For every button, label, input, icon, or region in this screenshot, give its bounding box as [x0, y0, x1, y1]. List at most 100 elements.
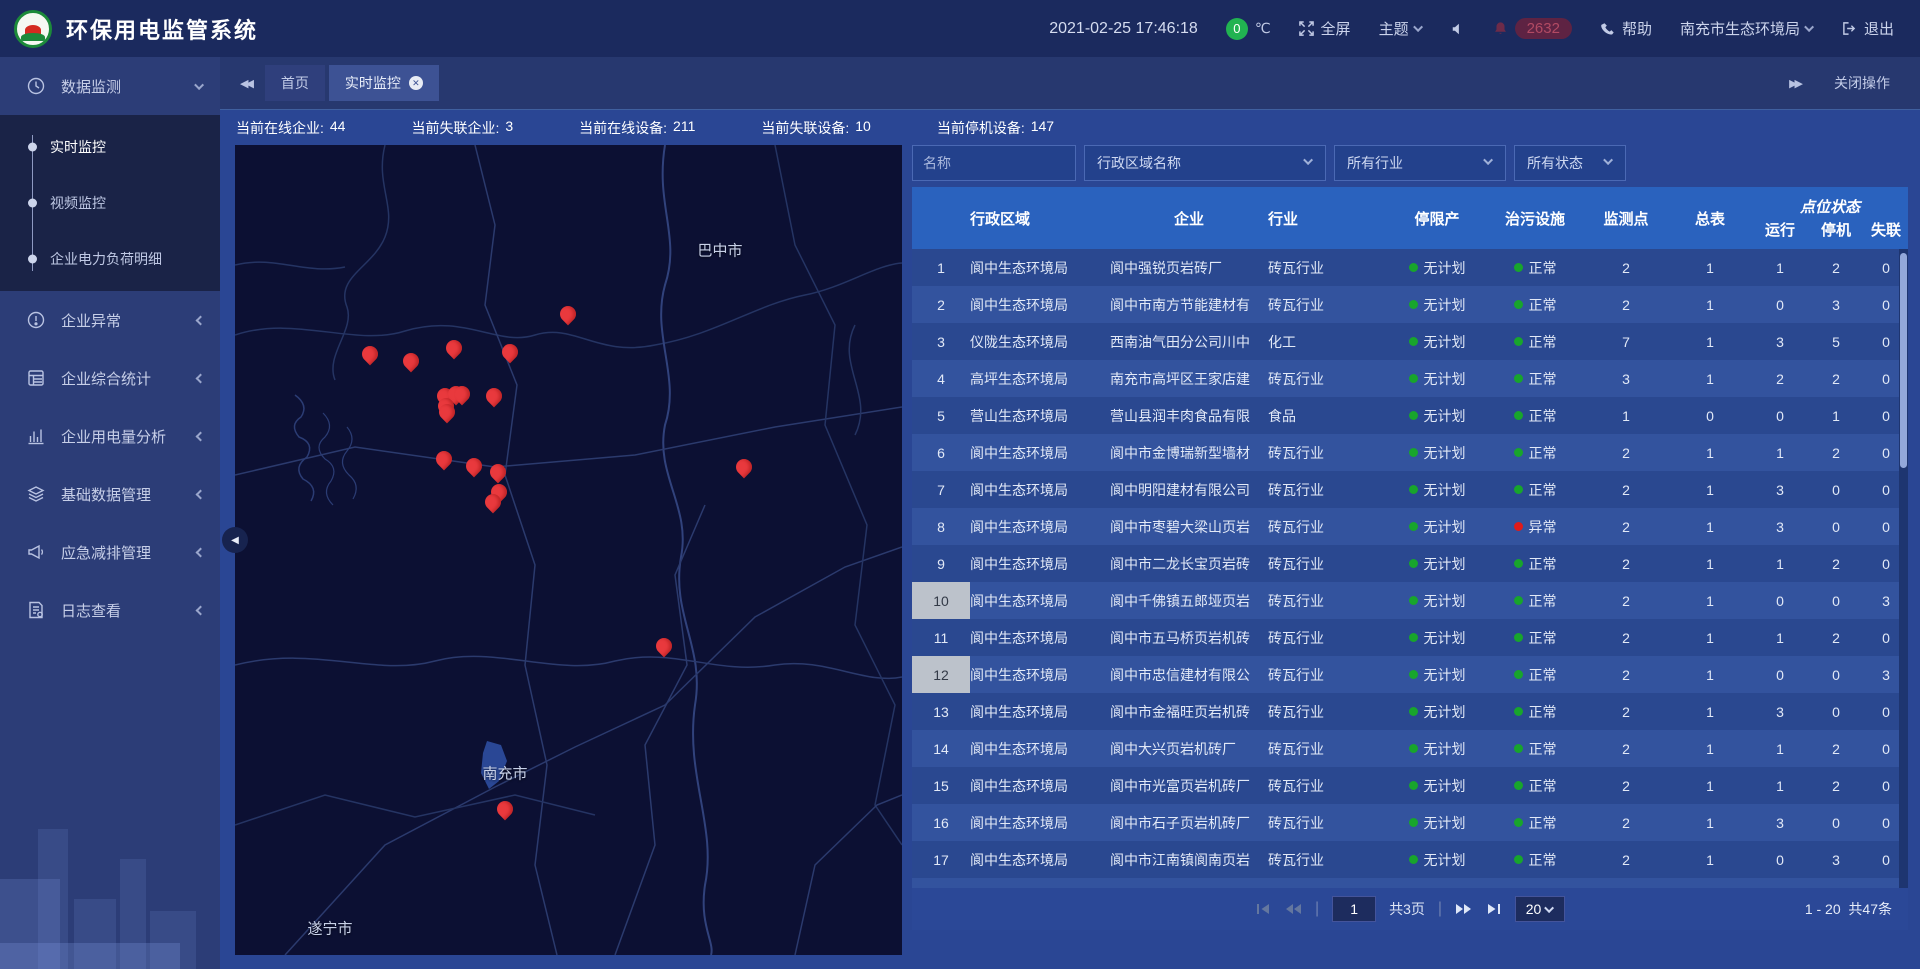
close-tab-icon[interactable]: ✕	[409, 76, 423, 90]
cell-stop-production: 无计划	[1388, 813, 1486, 833]
table-row[interactable]: 2阆中生态环境局阆中市南方节能建材有砖瓦行业无计划正常21030	[912, 286, 1908, 323]
fullscreen-button[interactable]: 全屏	[1299, 18, 1351, 39]
cell-pollution-facility: 正常	[1486, 258, 1584, 278]
table-row[interactable]: 9阆中生态环境局阆中市二龙长宝页岩砖砖瓦行业无计划正常21120	[912, 545, 1908, 582]
notifications[interactable]: 2632	[1493, 18, 1572, 39]
theme-menu[interactable]: 主题	[1379, 18, 1423, 39]
table-row[interactable]: 12阆中生态环境局阆中市忠信建材有限公砖瓦行业无计划正常21003	[912, 656, 1908, 693]
cell-halted: 0	[1808, 704, 1864, 720]
scrollbar-thumb[interactable]	[1900, 253, 1907, 468]
tab-realtime-monitor[interactable]: 实时监控 ✕	[329, 65, 439, 101]
chevron-down-icon	[194, 80, 204, 90]
cell-meters: 1	[1668, 815, 1752, 831]
table-row[interactable]: 8阆中生态环境局阆中市枣碧大梁山页岩砖瓦行业无计划异常21300	[912, 508, 1908, 545]
sidebar-item-6[interactable]: 日志查看	[0, 581, 220, 639]
divider: |	[1438, 900, 1442, 918]
industry-select[interactable]: 所有行业	[1334, 145, 1506, 181]
cell-run: 1	[1752, 445, 1808, 461]
table-row[interactable]: 10阆中生态环境局阆中千佛镇五郎垭页岩砖瓦行业无计划正常21003	[912, 582, 1908, 619]
sidebar-item-2[interactable]: 企业综合统计	[0, 349, 220, 407]
cell-run: 1	[1752, 741, 1808, 757]
tabs-scroll-left-icon[interactable]: ◀◀	[220, 77, 265, 90]
cell-meters: 1	[1668, 371, 1752, 387]
tabs-scroll-right-icon[interactable]: ▶▶	[1789, 77, 1800, 90]
mute-button[interactable]	[1451, 22, 1465, 36]
tab-home[interactable]: 首页	[265, 65, 325, 101]
logout-button[interactable]: 退出	[1842, 18, 1894, 39]
table-row[interactable]: 13阆中生态环境局阆中市金福旺页岩机砖砖瓦行业无计划正常21300	[912, 693, 1908, 730]
table-row[interactable]: 14阆中生态环境局阆中大兴页岩机砖厂砖瓦行业无计划正常21120	[912, 730, 1908, 767]
status-dot-icon	[1409, 300, 1418, 309]
row-number: 2	[912, 286, 970, 323]
table-row[interactable]: 5营山生态环境局营山县润丰肉食品有限食品无计划正常10010	[912, 397, 1908, 434]
cell-pollution-facility: 正常	[1486, 480, 1584, 500]
app-title: 环保用电监管系统	[66, 13, 258, 45]
org-menu[interactable]: 南充市生态环境局	[1680, 18, 1814, 39]
map-collapse-button[interactable]: ◀	[222, 527, 248, 553]
sidebar-item-5[interactable]: 应急减排管理	[0, 523, 220, 581]
cell-stop-production: 无计划	[1388, 443, 1486, 463]
table-row[interactable]: 11阆中生态环境局阆中市五马桥页岩机砖砖瓦行业无计划正常21120	[912, 619, 1908, 656]
sidebar-item-0[interactable]: 数据监测	[0, 57, 220, 115]
tab-bar: ◀◀ 首页 实时监控 ✕ ▶▶ 关闭操作	[220, 57, 1920, 109]
stop-production-label: 无计划	[1424, 850, 1466, 870]
sidebar-item-3[interactable]: 企业用电量分析	[0, 407, 220, 465]
cell-industry: 砖瓦行业	[1268, 739, 1388, 759]
page-number-input[interactable]	[1332, 896, 1376, 922]
close-operations-button[interactable]: 关闭操作	[1834, 73, 1890, 93]
page-size-select[interactable]: 20	[1515, 896, 1565, 922]
datetime: 2021-02-25 17:46:18	[1049, 20, 1198, 38]
table-row[interactable]: 16阆中生态环境局阆中市石子页岩机砖厂砖瓦行业无计划正常21300	[912, 804, 1908, 841]
cell-run: 3	[1752, 815, 1808, 831]
sidebar-subitem[interactable]: 实时监控	[0, 119, 220, 175]
help-button[interactable]: 帮助	[1600, 18, 1652, 39]
cell-company: 阆中千佛镇五郎垭页岩	[1110, 591, 1268, 611]
cell-bureau: 阆中生态环境局	[970, 480, 1110, 500]
table-row[interactable]: 7阆中生态环境局阆中明阳建材有限公司砖瓦行业无计划正常21300	[912, 471, 1908, 508]
table-row[interactable]: 6阆中生态环境局阆中市金博瑞新型墙材砖瓦行业无计划正常21120	[912, 434, 1908, 471]
cell-industry: 砖瓦行业	[1268, 702, 1388, 722]
total-pages-label: 共3页	[1389, 899, 1425, 919]
row-number: 4	[912, 360, 970, 397]
app-logo-icon	[14, 10, 52, 48]
cell-stop-production: 无计划	[1388, 702, 1486, 722]
cell-company: 阆中市江南镇阆南页岩	[1110, 850, 1268, 870]
map-panel[interactable]: 巴中市南充市遂宁市 ◀	[235, 145, 902, 955]
last-page-button[interactable]	[1486, 903, 1502, 915]
cell-industry: 砖瓦行业	[1268, 295, 1388, 315]
table-row[interactable]: 4高坪生态环境局南充市高坪区王家店建砖瓦行业无计划正常31220	[912, 360, 1908, 397]
status-dot-icon	[1514, 300, 1523, 309]
sidebar-subitem[interactable]: 视频监控	[0, 175, 220, 231]
table-row[interactable]: 17阆中生态环境局阆中市江南镇阆南页岩砖瓦行业无计划正常21030	[912, 841, 1908, 878]
facility-status-label: 正常	[1529, 702, 1557, 722]
status-select[interactable]: 所有状态	[1514, 145, 1626, 181]
facility-status-label: 正常	[1529, 480, 1557, 500]
table-row[interactable]: 15阆中生态环境局阆中市光富页岩机砖厂砖瓦行业无计划正常21120	[912, 767, 1908, 804]
chevron-left-icon	[196, 489, 206, 499]
table-row[interactable]: 3仪陇生态环境局西南油气田分公司川中化工无计划正常71350	[912, 323, 1908, 360]
next-page-button[interactable]	[1455, 903, 1473, 915]
name-search-input[interactable]	[912, 145, 1076, 181]
col-company: 企业	[1110, 187, 1268, 249]
table-scrollbar[interactable]	[1899, 249, 1908, 888]
region-select[interactable]: 行政区域名称	[1084, 145, 1326, 181]
table-row[interactable]: 1阆中生态环境局阆中强锐页岩砖厂砖瓦行业无计划正常21120	[912, 249, 1908, 286]
cell-bureau: 营山生态环境局	[970, 406, 1110, 426]
first-page-button[interactable]	[1255, 903, 1271, 915]
sidebar-subitem[interactable]: 企业电力负荷明细	[0, 231, 220, 287]
cell-pollution-facility: 正常	[1486, 591, 1584, 611]
filter-bar: 行政区域名称 所有行业 所有状态	[912, 145, 1908, 181]
point-status-group-header: 点位状态	[1752, 196, 1908, 217]
prev-page-button[interactable]	[1284, 903, 1302, 915]
chevron-left-icon	[196, 547, 206, 557]
stats-icon	[26, 368, 46, 388]
table-row[interactable]: 18南部生态环境局南部县砂化水泥有限公建材加工无计划正常60060	[912, 878, 1908, 888]
status-dot-icon	[1409, 596, 1418, 605]
cell-points: 2	[1584, 556, 1668, 572]
sidebar-item-4[interactable]: 基础数据管理	[0, 465, 220, 523]
cell-bureau: 阆中生态环境局	[970, 591, 1110, 611]
cell-points: 2	[1584, 297, 1668, 313]
sidebar-item-1[interactable]: 企业异常	[0, 291, 220, 349]
chevron-down-icon	[1603, 155, 1613, 165]
col-monitor-points: 监测点	[1584, 187, 1668, 249]
